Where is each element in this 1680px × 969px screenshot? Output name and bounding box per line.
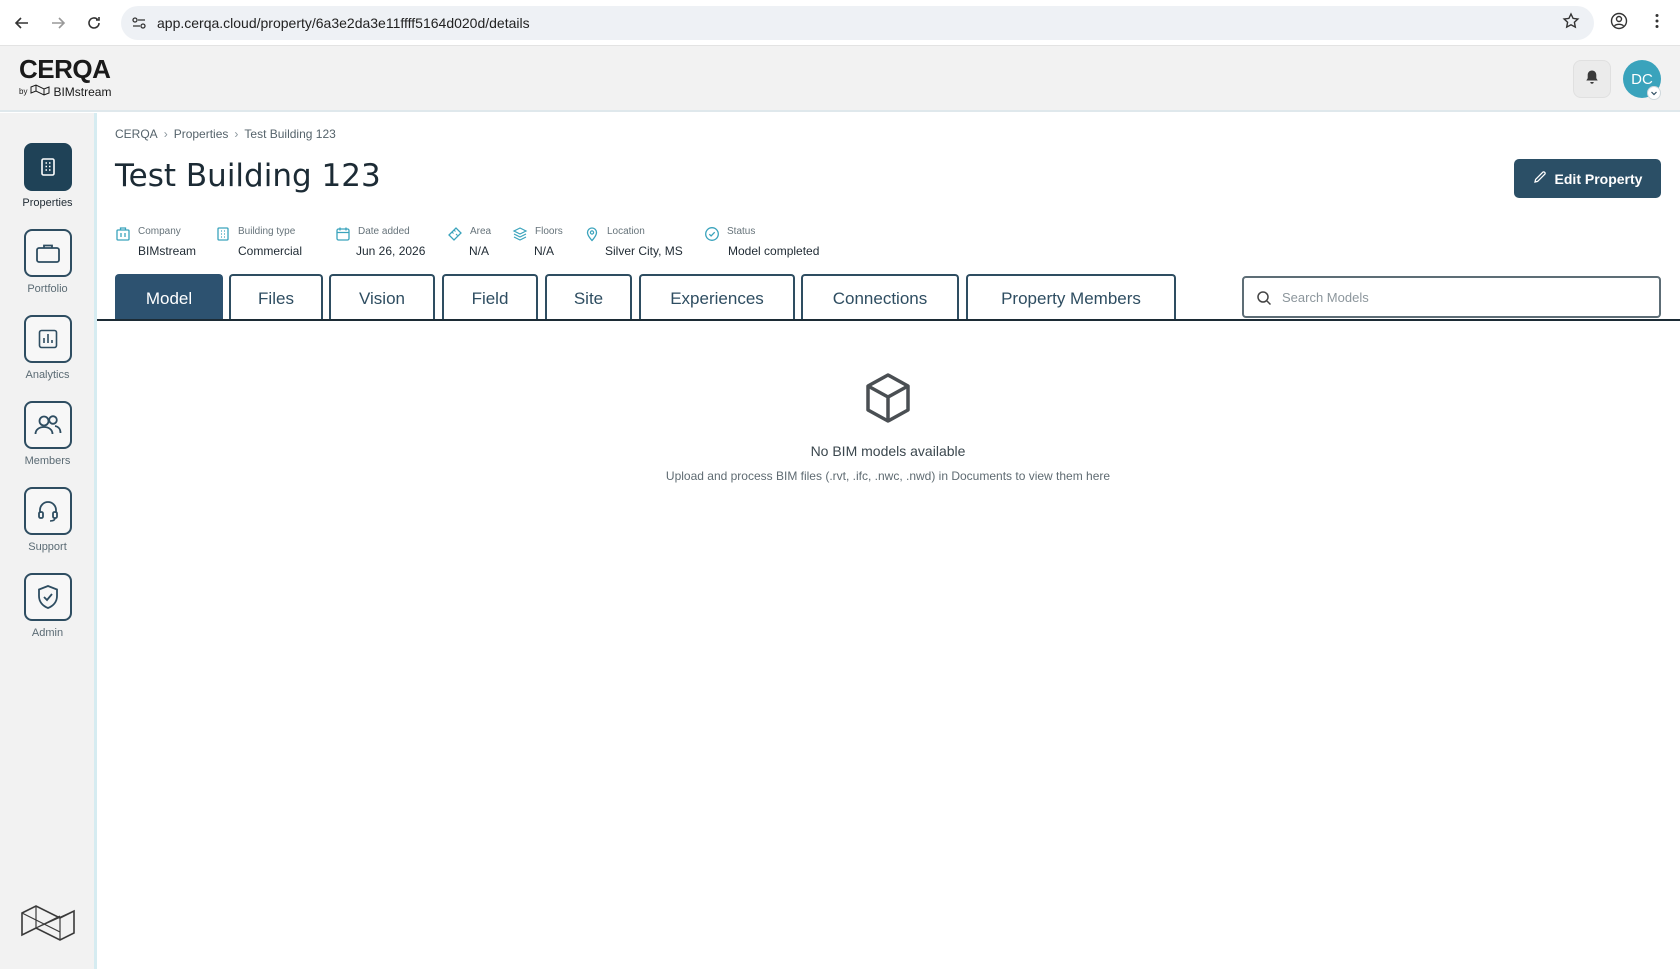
layers-icon xyxy=(512,226,528,247)
browser-profile-icon[interactable] xyxy=(1610,12,1628,35)
url-text: app.cerqa.cloud/property/6a3e2da3e11ffff… xyxy=(157,15,530,31)
headset-icon xyxy=(23,487,72,535)
logo-brand: BIMstream xyxy=(53,84,112,99)
meta-label: Date added xyxy=(358,226,410,237)
empty-state-title: No BIM models available xyxy=(810,443,966,459)
tab-experiences[interactable]: Experiences xyxy=(639,274,795,321)
meta-label: Area xyxy=(470,226,492,237)
sidebar-label-admin: Admin xyxy=(31,627,64,639)
chevron-down-icon[interactable] xyxy=(1647,86,1661,100)
tab-field[interactable]: Field xyxy=(442,274,538,321)
sidebar-label-portfolio: Portfolio xyxy=(27,283,68,295)
browser-toolbar: app.cerqa.cloud/property/6a3e2da3e11ffff… xyxy=(0,0,1680,46)
app-header: CERQA by BIMstream DC xyxy=(0,46,1680,112)
ruler-icon xyxy=(447,226,463,247)
pin-icon xyxy=(584,226,600,247)
meta-label: Location xyxy=(607,226,645,237)
office-icon xyxy=(215,226,231,247)
bell-icon xyxy=(1584,69,1600,90)
reload-icon[interactable] xyxy=(82,11,106,35)
meta-label: Status xyxy=(727,226,756,237)
users-icon xyxy=(23,401,72,449)
check-circle-icon xyxy=(704,226,720,247)
tab-model[interactable]: Model xyxy=(115,274,223,321)
site-settings-icon[interactable] xyxy=(131,15,147,31)
notifications-button[interactable] xyxy=(1573,60,1611,98)
logo-subtitle: by BIMstream xyxy=(19,84,111,99)
meta-label: Building type xyxy=(238,226,296,237)
bookmark-star-icon[interactable] xyxy=(1562,12,1580,35)
tab-property-members[interactable]: Property Members xyxy=(966,274,1176,321)
breadcrumb-cerqa[interactable]: CERQA xyxy=(115,127,158,141)
search-models[interactable] xyxy=(1242,276,1661,318)
building-icon xyxy=(23,143,72,191)
tab-vision[interactable]: Vision xyxy=(329,274,435,321)
search-icon xyxy=(1256,290,1272,311)
bimstream-mark-icon xyxy=(30,84,50,99)
pencil-icon xyxy=(1533,170,1547,187)
cerqa-logo[interactable]: CERQA by BIMstream xyxy=(19,56,111,99)
breadcrumb-separator: › xyxy=(234,127,239,141)
sidebar-item-portfolio[interactable]: Portfolio xyxy=(0,229,95,295)
chart-icon xyxy=(23,315,72,363)
meta-label: Company xyxy=(138,226,181,237)
sidebar-item-properties[interactable]: Properties xyxy=(0,143,95,209)
sidebar: Properties Portfolio Analytics Members S… xyxy=(0,113,97,969)
forward-icon[interactable] xyxy=(46,11,70,35)
meta-value: BIMstream xyxy=(138,244,197,258)
tab-files[interactable]: Files xyxy=(229,274,323,321)
meta-value: Silver City, MS xyxy=(605,244,683,258)
sidebar-item-members[interactable]: Members xyxy=(0,401,95,467)
breadcrumb-current: Test Building 123 xyxy=(244,127,336,141)
empty-state: No BIM models available Upload and proce… xyxy=(600,372,1176,483)
meta-value: N/A xyxy=(469,244,490,258)
briefcase-icon xyxy=(23,229,72,277)
sidebar-label-analytics: Analytics xyxy=(25,369,70,381)
edit-property-button[interactable]: Edit Property xyxy=(1514,159,1661,198)
sidebar-label-properties: Properties xyxy=(22,197,73,209)
meta-value: Model completed xyxy=(728,244,820,258)
shield-check-icon xyxy=(23,573,72,621)
sidebar-label-support: Support xyxy=(28,541,67,553)
breadcrumb-properties[interactable]: Properties xyxy=(174,127,229,141)
tab-site[interactable]: Site xyxy=(545,274,632,321)
logo-title: CERQA xyxy=(19,54,111,84)
sidebar-item-admin[interactable]: Admin xyxy=(0,573,95,639)
sidebar-label-members: Members xyxy=(24,455,71,467)
tabs-divider xyxy=(97,319,1680,321)
calendar-icon xyxy=(335,226,351,247)
cube-icon xyxy=(864,372,912,429)
sidebar-item-analytics[interactable]: Analytics xyxy=(0,315,95,381)
tab-connections[interactable]: Connections xyxy=(801,274,959,321)
edit-property-label: Edit Property xyxy=(1554,170,1643,187)
meta-value: Commercial xyxy=(238,244,303,258)
meta-label: Floors xyxy=(535,226,563,237)
meta-value: Jun 26, 2026 xyxy=(356,244,426,258)
address-bar[interactable]: app.cerqa.cloud/property/6a3e2da3e11ffff… xyxy=(121,6,1594,40)
bimstream-logo-icon xyxy=(20,903,76,948)
back-icon[interactable] xyxy=(10,11,34,35)
breadcrumb: CERQA › Properties › Test Building 123 xyxy=(115,127,336,141)
breadcrumb-separator: › xyxy=(163,127,168,141)
search-input[interactable] xyxy=(1282,278,1652,316)
browser-menu-icon[interactable] xyxy=(1648,12,1666,35)
empty-state-description: Upload and process BIM files (.rvt, .ifc… xyxy=(665,469,1111,483)
building-icon xyxy=(115,226,131,247)
sidebar-item-support[interactable]: Support xyxy=(0,487,95,553)
logo-by: by xyxy=(19,87,28,96)
meta-value: N/A xyxy=(534,244,555,258)
page-title: Test Building 123 xyxy=(115,158,381,194)
